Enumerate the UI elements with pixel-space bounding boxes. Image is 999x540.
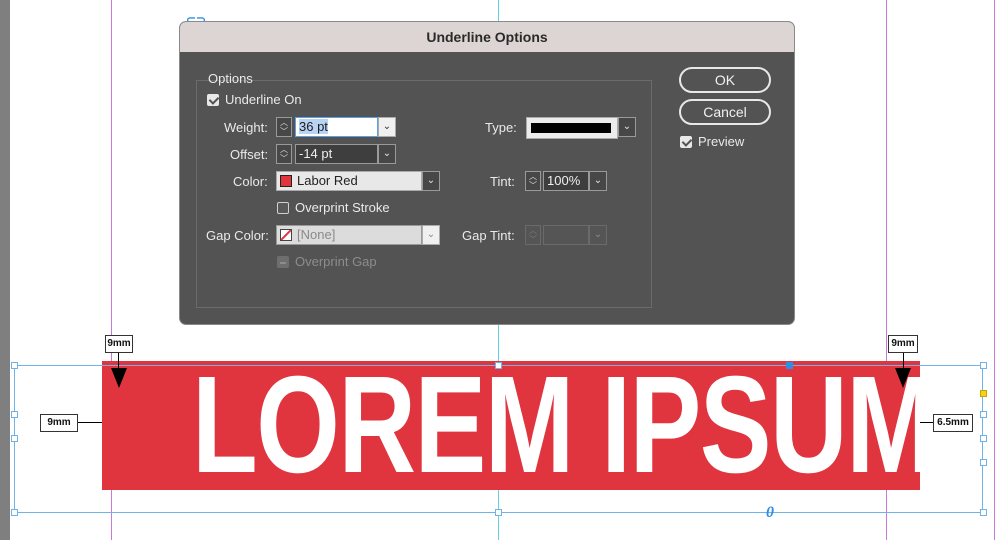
tint-input[interactable]: 100% bbox=[543, 171, 589, 191]
chevron-down-icon[interactable]: ⌄ bbox=[378, 144, 396, 164]
stroke-type-select[interactable] bbox=[526, 117, 618, 139]
overprint-gap-label: Overprint Gap bbox=[295, 254, 377, 269]
tint-stepper-icon[interactable]: ︿ ﹀ bbox=[525, 171, 541, 191]
dim-line bbox=[920, 422, 933, 423]
gap-color-value: [None] bbox=[297, 227, 336, 242]
frame-handle[interactable] bbox=[11, 435, 18, 442]
pasteboard bbox=[0, 0, 10, 540]
tint-label: Tint: bbox=[490, 174, 515, 189]
dim-line bbox=[78, 422, 102, 423]
overprint-stroke-checkbox[interactable] bbox=[277, 202, 289, 214]
chevron-down-icon[interactable]: ⌄ bbox=[618, 117, 636, 137]
offset-stepper-icon[interactable]: ︿ ﹀ bbox=[276, 144, 292, 164]
frame-handle[interactable] bbox=[11, 362, 18, 369]
dim-label-right: 6.5mm bbox=[933, 414, 973, 432]
weight-input[interactable]: 36 pt bbox=[295, 117, 378, 137]
dim-label-top-right: 9mm bbox=[888, 335, 918, 353]
overprint-gap-checkbox[interactable] bbox=[277, 256, 289, 268]
frame-handle[interactable] bbox=[980, 411, 987, 418]
chevron-down-icon[interactable]: ⌄ bbox=[589, 225, 607, 245]
frame-handle[interactable] bbox=[495, 509, 502, 516]
frame-handle[interactable] bbox=[980, 390, 987, 397]
frame-handle[interactable] bbox=[980, 509, 987, 516]
color-label: Color: bbox=[233, 174, 268, 189]
none-swatch-icon bbox=[280, 229, 292, 241]
offset-input[interactable]: -14 pt bbox=[295, 144, 378, 164]
frame-handle[interactable] bbox=[786, 362, 793, 369]
options-group-label: Options bbox=[208, 71, 253, 86]
color-value: Labor Red bbox=[297, 173, 358, 188]
gap-color-select[interactable]: [None] bbox=[276, 225, 422, 245]
gap-tint-stepper-icon[interactable]: ︿ ﹀ bbox=[525, 225, 541, 245]
text-frame[interactable] bbox=[14, 365, 983, 513]
gap-tint-label: Gap Tint: bbox=[462, 228, 515, 243]
gap-tint-input[interactable] bbox=[543, 225, 589, 245]
chevron-down-icon[interactable]: ⌄ bbox=[589, 171, 607, 191]
dim-label-left: 9mm bbox=[40, 414, 78, 432]
zero-point-marker: 0 bbox=[766, 504, 774, 521]
ok-button[interactable]: OK bbox=[679, 67, 771, 93]
frame-handle[interactable] bbox=[980, 435, 987, 442]
arrow-down-icon bbox=[895, 368, 911, 388]
dialog-title[interactable]: Underline Options bbox=[180, 22, 794, 52]
chevron-down-icon[interactable]: ⌄ bbox=[378, 117, 396, 137]
frame-handle[interactable] bbox=[980, 362, 987, 369]
overprint-stroke-label[interactable]: Overprint Stroke bbox=[295, 200, 390, 215]
options-group bbox=[196, 80, 652, 308]
weight-label: Weight: bbox=[224, 120, 268, 135]
preview-checkbox[interactable] bbox=[680, 136, 692, 148]
gap-color-label: Gap Color: bbox=[206, 228, 269, 243]
dim-label-top-left: 9mm bbox=[105, 335, 133, 353]
type-label: Type: bbox=[485, 120, 517, 135]
color-select[interactable]: Labor Red bbox=[276, 171, 422, 191]
frame-handle[interactable] bbox=[11, 509, 18, 516]
preview-label[interactable]: Preview bbox=[698, 134, 744, 149]
frame-handle[interactable] bbox=[495, 362, 502, 369]
arrow-down-icon bbox=[111, 368, 127, 388]
underline-on-label[interactable]: Underline On bbox=[225, 92, 302, 107]
chevron-down-icon[interactable]: ⌄ bbox=[422, 225, 440, 245]
chevron-down-icon[interactable]: ⌄ bbox=[422, 171, 440, 191]
cancel-button[interactable]: Cancel bbox=[679, 99, 771, 125]
page-edge-guide bbox=[994, 0, 995, 540]
underline-options-dialog: Underline Options Options Underline On W… bbox=[180, 22, 794, 324]
color-swatch-icon bbox=[280, 175, 292, 187]
offset-label: Offset: bbox=[230, 147, 269, 162]
underline-on-checkbox[interactable] bbox=[207, 94, 219, 106]
weight-stepper-icon[interactable]: ︿ ﹀ bbox=[276, 117, 292, 137]
frame-handle[interactable] bbox=[980, 459, 987, 466]
frame-handle[interactable] bbox=[11, 411, 18, 418]
